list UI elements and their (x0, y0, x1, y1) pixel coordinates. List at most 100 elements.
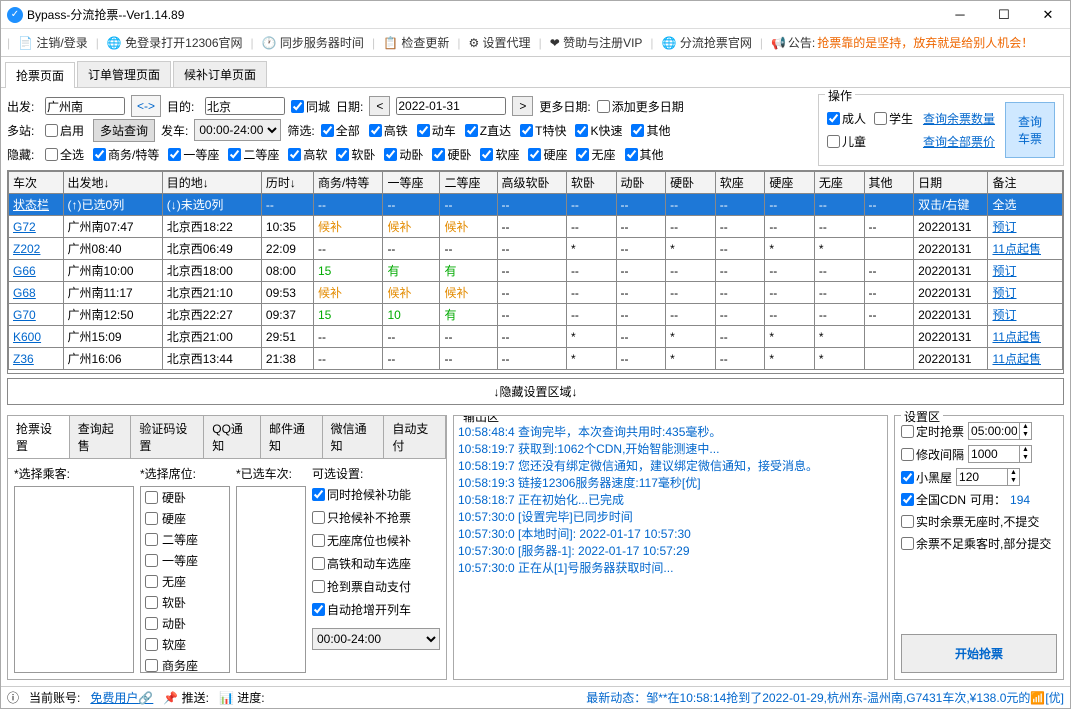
depart-time-select[interactable]: 00:00-24:00 (194, 119, 281, 141)
seat-item[interactable]: 二等座 (141, 529, 229, 550)
filter-4[interactable] (520, 124, 533, 137)
seat-item[interactable]: 一等座 (141, 550, 229, 571)
panel-tab-2[interactable]: 验证码设置 (131, 416, 204, 458)
table-row[interactable]: Z202广州08:40北京西06:4922:09--------*--*--**… (9, 238, 1063, 260)
col-15[interactable]: 日期 (914, 172, 988, 194)
filter-6[interactable] (631, 124, 644, 137)
adult-check[interactable] (827, 112, 840, 125)
seat-item[interactable]: 硬卧 (141, 487, 229, 508)
hide-3[interactable] (228, 148, 241, 161)
seat-item[interactable]: 无座 (141, 571, 229, 592)
add-dates-check[interactable] (597, 100, 610, 113)
panel-tab-0[interactable]: 抢票设置 (8, 416, 70, 458)
user-link[interactable]: 免费用户🔗 (90, 689, 153, 706)
timed-input[interactable] (969, 423, 1019, 439)
seat-item[interactable]: 软卧 (141, 592, 229, 613)
start-button[interactable]: 开始抢票 (901, 634, 1057, 673)
col-12[interactable]: 硬座 (765, 172, 815, 194)
toolbar-item-2[interactable]: 🕐 同步服务器时间 (258, 34, 368, 51)
table-row[interactable]: G72广州南07:47北京西18:2210:35候补候补候补----------… (9, 216, 1063, 238)
interval-input[interactable] (969, 446, 1019, 462)
timed-check[interactable] (901, 425, 914, 438)
opt-1[interactable] (312, 511, 325, 524)
hide-6[interactable] (384, 148, 397, 161)
col-1[interactable]: 出发地↓ (63, 172, 162, 194)
seat-item[interactable]: 动卧 (141, 613, 229, 634)
cdn-check[interactable] (901, 493, 914, 506)
panel-tab-5[interactable]: 微信通知 (323, 416, 385, 458)
insuff-check[interactable] (901, 537, 914, 550)
samecity-check[interactable] (291, 100, 304, 113)
col-9[interactable]: 动卧 (616, 172, 666, 194)
tab-0[interactable]: 抢票页面 (5, 62, 75, 88)
link-query-count[interactable]: 查询余票数量 (923, 110, 995, 127)
col-16[interactable]: 备注 (988, 172, 1063, 194)
col-14[interactable]: 其他 (864, 172, 914, 194)
dest-input[interactable] (205, 97, 285, 115)
filter-0[interactable] (321, 124, 334, 137)
col-2[interactable]: 目的地↓ (162, 172, 261, 194)
col-7[interactable]: 高级软卧 (497, 172, 566, 194)
swap-button[interactable]: <-> (131, 95, 161, 117)
tab-1[interactable]: 订单管理页面 (77, 61, 171, 87)
status-row[interactable]: 状态栏(↑)已选0列(↓)未选0列-----------------------… (9, 194, 1063, 216)
seat-item[interactable]: 商务座 (141, 655, 229, 673)
col-11[interactable]: 软座 (715, 172, 765, 194)
hide-11[interactable] (625, 148, 638, 161)
query-button[interactable]: 查询 车票 (1005, 102, 1055, 158)
student-check[interactable] (874, 112, 887, 125)
col-6[interactable]: 二等座 (440, 172, 497, 194)
link-query-price[interactable]: 查询全部票价 (923, 133, 995, 150)
col-5[interactable]: 一等座 (383, 172, 440, 194)
dark-input[interactable] (957, 469, 1007, 485)
hide-10[interactable] (576, 148, 589, 161)
table-row[interactable]: G66广州南10:00北京西18:0008:0015有有------------… (9, 260, 1063, 282)
col-3[interactable]: 历时↓ (261, 172, 313, 194)
multi-query-btn[interactable]: 多站查询 (93, 119, 155, 142)
col-0[interactable]: 车次 (9, 172, 64, 194)
hide-8[interactable] (480, 148, 493, 161)
time-range-select[interactable]: 00:00-24:00 (312, 628, 440, 650)
panel-tab-6[interactable]: 自动支付 (384, 416, 446, 458)
seat-item[interactable]: 软座 (141, 634, 229, 655)
modint-check[interactable] (901, 448, 914, 461)
opt-3[interactable] (312, 557, 325, 570)
col-8[interactable]: 软卧 (566, 172, 616, 194)
opt-0[interactable] (312, 488, 325, 501)
tab-2[interactable]: 候补订单页面 (173, 61, 267, 87)
hide-4[interactable] (288, 148, 301, 161)
toolbar-item-6[interactable]: 🌐 分流抢票官网 (658, 34, 756, 51)
toolbar-item-1[interactable]: 🌐 免登录打开12306官网 (103, 34, 247, 51)
filter-3[interactable] (465, 124, 478, 137)
date-prev[interactable]: < (369, 96, 390, 116)
filter-5[interactable] (575, 124, 588, 137)
close-button[interactable]: ✕ (1026, 1, 1070, 29)
col-4[interactable]: 商务/特等 (314, 172, 383, 194)
panel-tab-4[interactable]: 邮件通知 (261, 416, 323, 458)
minimize-button[interactable]: ─ (938, 1, 982, 29)
realtime-check[interactable] (901, 515, 914, 528)
hide-9[interactable] (528, 148, 541, 161)
opt-2[interactable] (312, 534, 325, 547)
table-row[interactable]: K600广州15:09北京西21:0029:51--------*--*--**… (9, 326, 1063, 348)
col-13[interactable]: 无座 (814, 172, 864, 194)
opt-5[interactable] (312, 603, 325, 616)
toolbar-item-5[interactable]: ❤ 赞助与注册VIP (546, 34, 647, 51)
date-next[interactable]: > (512, 96, 533, 116)
seat-item[interactable]: 硬座 (141, 508, 229, 529)
dark-check[interactable] (901, 471, 914, 484)
filter-1[interactable] (369, 124, 382, 137)
hide-1[interactable] (93, 148, 106, 161)
table-row[interactable]: G68广州南11:17北京西21:1009:53候补候补候补----------… (9, 282, 1063, 304)
multi-enable[interactable] (45, 124, 58, 137)
passenger-list[interactable] (14, 486, 134, 673)
hide-7[interactable] (432, 148, 445, 161)
filter-2[interactable] (417, 124, 430, 137)
seat-list[interactable]: 硬卧硬座二等座一等座无座软卧动卧软座商务座特等座 (140, 486, 230, 673)
depart-input[interactable] (45, 97, 125, 115)
toolbar-item-4[interactable]: ⚙ 设置代理 (464, 34, 534, 51)
panel-tab-1[interactable]: 查询起售 (70, 416, 132, 458)
panel-tab-3[interactable]: QQ通知 (204, 416, 261, 458)
col-10[interactable]: 硬卧 (666, 172, 716, 194)
hide-0[interactable] (45, 148, 58, 161)
